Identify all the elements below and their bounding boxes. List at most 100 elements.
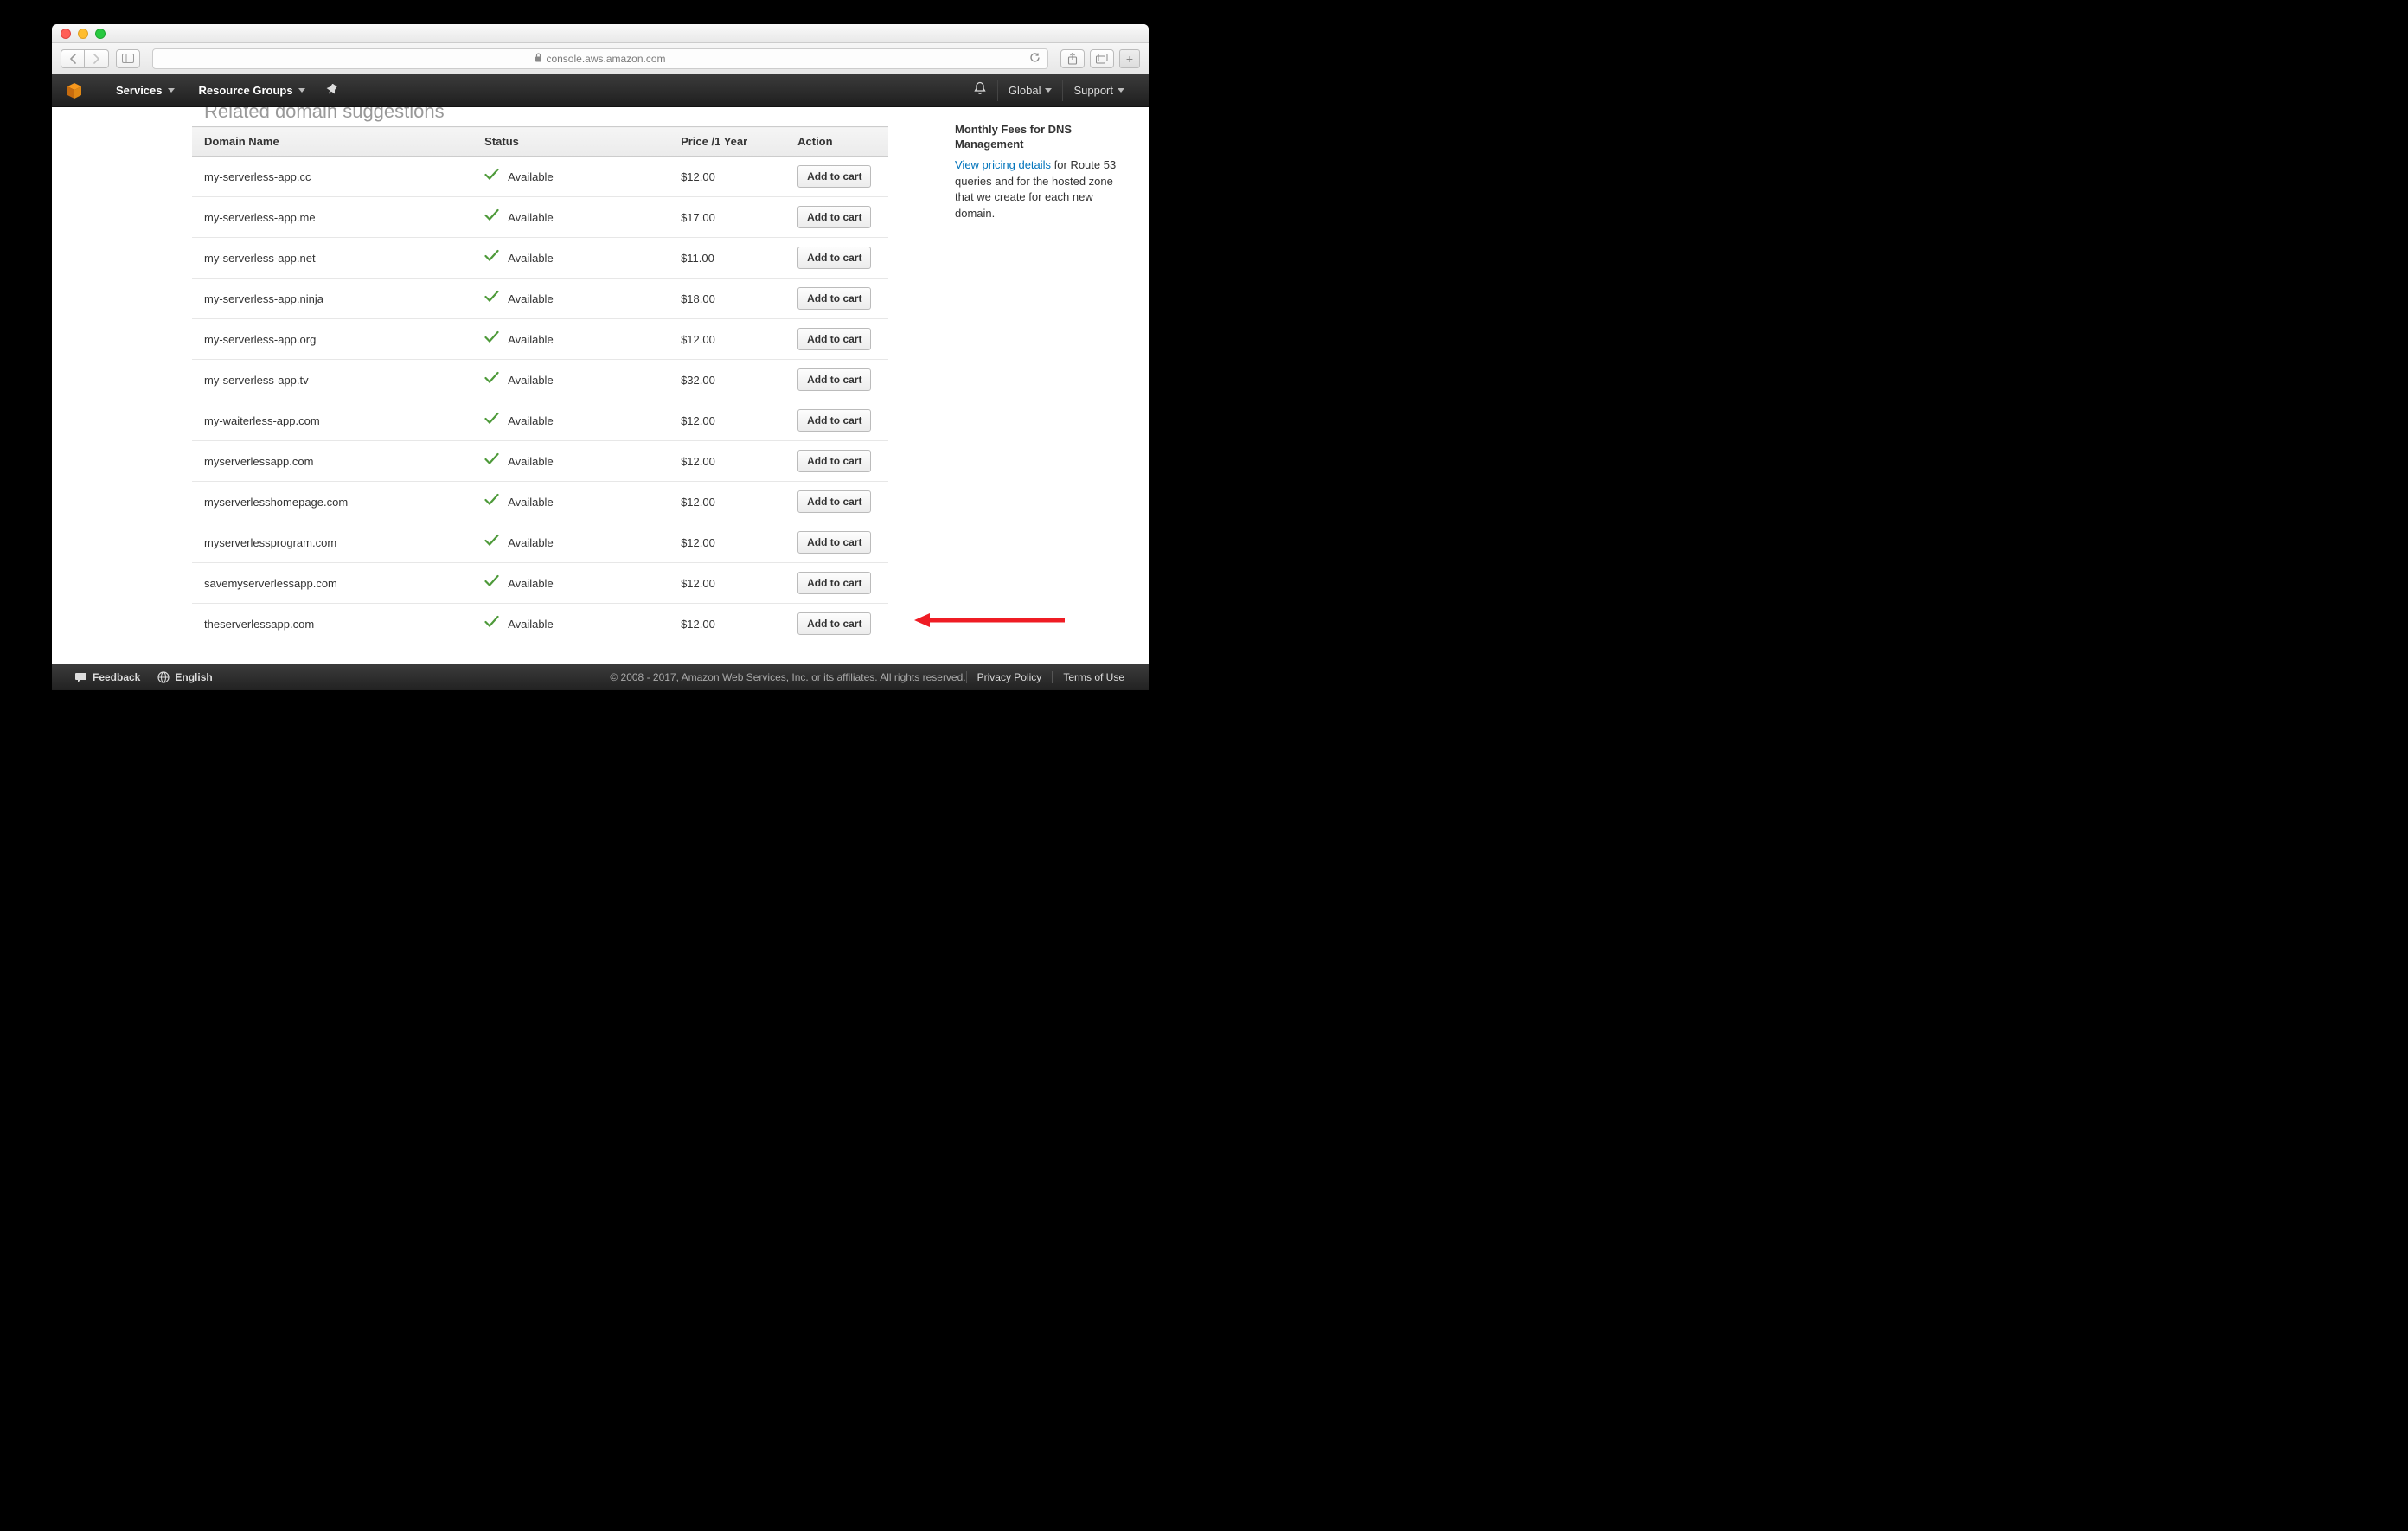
cell-action: Add to cart (785, 522, 888, 563)
cell-price: $12.00 (669, 441, 785, 482)
check-icon (484, 493, 499, 510)
nav-region-label: Global (1009, 84, 1041, 97)
status-text: Available (508, 414, 554, 427)
cell-price: $12.00 (669, 482, 785, 522)
cell-domain: savemyserverlessapp.com (192, 563, 472, 604)
cube-icon (66, 82, 83, 99)
nav-support[interactable]: Support (1062, 80, 1135, 101)
check-icon (484, 574, 499, 592)
table-row: myserverlessprogram.comAvailable$12.00Ad… (192, 522, 888, 563)
speech-bubble-icon (74, 672, 87, 683)
main-column: Related domain suggestions Domain Name S… (52, 107, 950, 664)
cell-domain: my-waiterless-app.com (192, 400, 472, 441)
chevron-down-icon (168, 88, 175, 93)
cell-domain: myserverlesshomepage.com (192, 482, 472, 522)
domain-suggestions-table: Domain Name Status Price /1 Year Action … (192, 126, 888, 644)
status-text: Available (508, 252, 554, 265)
window-maximize-button[interactable] (95, 29, 106, 39)
add-to-cart-button[interactable]: Add to cart (797, 612, 871, 635)
window-titlebar (52, 24, 1149, 43)
browser-window: console.aws.amazon.com + (52, 24, 1149, 690)
check-icon (484, 534, 499, 551)
check-icon (484, 330, 499, 348)
table-row: myserverlessapp.comAvailable$12.00Add to… (192, 441, 888, 482)
check-icon (484, 371, 499, 388)
th-price: Price /1 Year (669, 127, 785, 157)
add-to-cart-button[interactable]: Add to cart (797, 409, 871, 432)
add-to-cart-button[interactable]: Add to cart (797, 247, 871, 269)
cell-action: Add to cart (785, 360, 888, 400)
aws-top-nav: Services Resource Groups Global Support (52, 74, 1149, 107)
status-text: Available (508, 333, 554, 346)
notifications-button[interactable] (963, 81, 997, 100)
chevron-left-icon (69, 54, 77, 64)
cell-price: $12.00 (669, 157, 785, 197)
nav-resource-groups-label: Resource Groups (199, 84, 293, 97)
bell-icon (973, 81, 987, 96)
table-row: savemyserverlessapp.comAvailable$12.00Ad… (192, 563, 888, 604)
cell-status: Available (472, 482, 669, 522)
window-minimize-button[interactable] (78, 29, 88, 39)
tabs-button[interactable] (1090, 49, 1114, 68)
new-tab-button[interactable]: + (1119, 49, 1140, 68)
pin-icon (326, 84, 337, 95)
sidebar-toggle-button[interactable] (116, 49, 140, 68)
aws-logo[interactable] (66, 82, 83, 99)
th-action: Action (785, 127, 888, 157)
add-to-cart-button[interactable]: Add to cart (797, 287, 871, 310)
check-icon (484, 452, 499, 470)
feedback-label: Feedback (93, 671, 140, 683)
table-row: my-serverless-app.orgAvailable$12.00Add … (192, 319, 888, 360)
add-to-cart-button[interactable]: Add to cart (797, 490, 871, 513)
tabs-icon (1096, 54, 1108, 64)
share-button[interactable] (1060, 49, 1085, 68)
chevron-right-icon (93, 54, 100, 64)
cell-action: Add to cart (785, 197, 888, 238)
side-column: Monthly Fees for DNS Management View pri… (950, 107, 1149, 664)
check-icon (484, 412, 499, 429)
add-to-cart-button[interactable]: Add to cart (797, 165, 871, 188)
chevron-down-icon (1045, 88, 1052, 93)
add-to-cart-button[interactable]: Add to cart (797, 572, 871, 594)
language-link[interactable]: English (149, 671, 221, 683)
window-controls (61, 29, 106, 39)
nav-back-button[interactable] (61, 49, 85, 68)
side-text: View pricing details for Route 53 querie… (955, 157, 1133, 222)
cell-status: Available (472, 441, 669, 482)
cell-domain: my-serverless-app.me (192, 197, 472, 238)
add-to-cart-button[interactable]: Add to cart (797, 450, 871, 472)
language-label: English (175, 671, 212, 683)
status-text: Available (508, 618, 554, 631)
cell-domain: theserverlessapp.com (192, 604, 472, 644)
check-icon (484, 249, 499, 266)
cell-action: Add to cart (785, 319, 888, 360)
add-to-cart-button[interactable]: Add to cart (797, 206, 871, 228)
cell-price: $12.00 (669, 319, 785, 360)
privacy-policy-link[interactable]: Privacy Policy (966, 671, 1053, 683)
reload-icon[interactable] (1029, 52, 1041, 66)
lock-icon (535, 53, 542, 65)
status-text: Available (508, 455, 554, 468)
url-bar[interactable]: console.aws.amazon.com (152, 48, 1048, 69)
cell-status: Available (472, 319, 669, 360)
cell-price: $12.00 (669, 400, 785, 441)
terms-of-use-link[interactable]: Terms of Use (1052, 671, 1135, 683)
pin-button[interactable] (317, 84, 346, 98)
add-to-cart-button[interactable]: Add to cart (797, 368, 871, 391)
add-to-cart-button[interactable]: Add to cart (797, 328, 871, 350)
section-heading: Related domain suggestions (192, 107, 950, 126)
pricing-details-link[interactable]: View pricing details (955, 158, 1051, 171)
nav-services[interactable]: Services (104, 74, 187, 107)
nav-forward-button[interactable] (85, 49, 109, 68)
nav-resource-groups[interactable]: Resource Groups (187, 74, 317, 107)
cell-status: Available (472, 400, 669, 441)
table-row: my-serverless-app.meAvailable$17.00Add t… (192, 197, 888, 238)
status-text: Available (508, 577, 554, 590)
add-to-cart-button[interactable]: Add to cart (797, 531, 871, 554)
cell-status: Available (472, 279, 669, 319)
nav-region[interactable]: Global (997, 80, 1063, 101)
feedback-link[interactable]: Feedback (66, 671, 149, 683)
status-text: Available (508, 170, 554, 183)
window-close-button[interactable] (61, 29, 71, 39)
table-row: my-serverless-app.netAvailable$11.00Add … (192, 238, 888, 279)
